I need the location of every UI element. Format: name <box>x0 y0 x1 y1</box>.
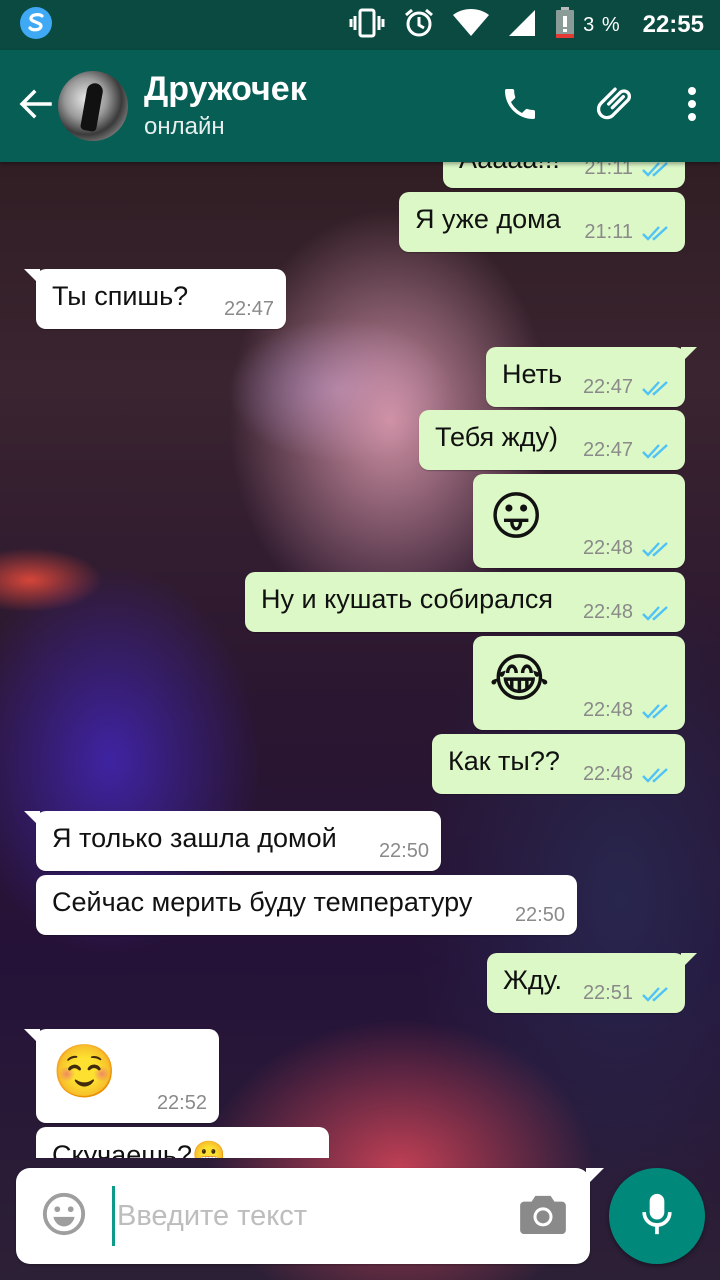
alarm-icon <box>403 7 435 44</box>
message-time: 22:47 <box>582 439 633 461</box>
status-bar: 3 % 22:55 <box>0 0 720 50</box>
message-text: Ааааа!!! <box>459 162 560 175</box>
app-notification-icon <box>18 5 54 46</box>
message-time: 22:47 <box>582 376 633 398</box>
message-bubble-outgoing[interactable]: Жду. 22:51 <box>487 953 697 1013</box>
message-bubble-outgoing[interactable]: Ну и кушать собирался 22:48 <box>245 572 685 632</box>
read-ticks-icon <box>641 224 671 242</box>
compose-bar <box>0 1158 720 1280</box>
message-emoji: 😂 <box>489 650 550 708</box>
back-arrow-icon <box>18 86 54 127</box>
attach-button[interactable] <box>568 50 664 162</box>
mic-icon <box>640 1192 674 1241</box>
message-input-container <box>16 1168 590 1264</box>
message-time: 22:48 <box>582 601 633 623</box>
message-time: 22:50 <box>514 904 565 926</box>
vibrate-icon <box>349 8 385 43</box>
contact-avatar[interactable] <box>58 71 128 141</box>
message-bubble-incoming[interactable]: ☺️ 22:52 <box>24 1029 219 1123</box>
phone-icon <box>500 84 540 129</box>
message-text: Жду. <box>503 965 562 995</box>
more-options-button[interactable] <box>664 50 720 162</box>
message-bubble-outgoing[interactable]: Тебя жду) 22:47 <box>419 410 685 470</box>
camera-icon <box>520 1194 566 1239</box>
battery-percent: 3 % <box>583 13 621 36</box>
chat-header: Дружочек онлайн <box>0 50 720 162</box>
read-ticks-icon <box>641 604 671 622</box>
message-bubble-incoming[interactable]: Сейчас мерить буду температуру 22:50 <box>36 875 577 935</box>
battery-icon <box>555 6 575 44</box>
contact-status: онлайн <box>144 113 225 140</box>
camera-button[interactable] <box>506 1168 580 1264</box>
more-vert-icon <box>686 86 698 127</box>
message-text: Я уже дома <box>415 204 561 234</box>
paperclip-icon <box>594 82 638 131</box>
voice-call-button[interactable] <box>472 50 568 162</box>
message-text: Ну и кушать собирался <box>261 584 553 614</box>
message-time: 22:52 <box>156 1092 207 1114</box>
message-time: 21:11 <box>584 162 633 179</box>
message-text: Ты спишь? <box>52 281 189 311</box>
message-time: 22:51 <box>582 982 633 1004</box>
read-ticks-icon <box>641 702 671 720</box>
read-ticks-icon <box>641 442 671 460</box>
message-bubble-outgoing[interactable]: Я уже дома 21:11 <box>399 192 685 252</box>
message-bubble-outgoing[interactable]: Как ты?? 22:48 <box>432 734 685 794</box>
message-time: 22:47 <box>223 298 274 320</box>
signal-icon <box>507 8 537 43</box>
contact-name: Дружочек <box>144 70 307 108</box>
contact-info[interactable]: Дружочек онлайн <box>144 70 472 142</box>
message-text: Тебя жду) <box>435 422 558 452</box>
emoji-icon <box>41 1191 87 1242</box>
emoji-button[interactable] <box>16 1168 112 1264</box>
message-text: Сейчас мерить буду температуру <box>52 887 473 917</box>
message-bubble-outgoing[interactable]: 😂 22:48 <box>473 636 685 730</box>
message-time: 22:48 <box>582 699 633 721</box>
message-text: Я только зашла домой <box>52 823 337 853</box>
message-text: Неть <box>502 359 563 389</box>
message-time: 22:48 <box>582 537 633 559</box>
message-list[interactable]: Ааааа!!! 21:11 Я уже дома 21:11 Ты спишь… <box>0 162 720 1158</box>
message-bubble-incoming[interactable]: Ты спишь? 22:47 <box>24 269 286 329</box>
message-bubble-incoming[interactable]: Я только зашла домой 22:50 <box>24 811 441 871</box>
message-bubble-outgoing[interactable]: Ааааа!!! 21:11 <box>443 162 685 188</box>
message-emoji: 😛 <box>489 488 544 546</box>
message-bubble-incoming[interactable]: Скучаешь?😬 <box>36 1127 329 1158</box>
message-bubble-outgoing[interactable]: 😛 22:48 <box>473 474 685 568</box>
message-text: Скучаешь?😬 <box>52 1140 226 1158</box>
message-text: Как ты?? <box>448 746 560 776</box>
message-time: 22:48 <box>582 763 633 785</box>
message-time: 22:50 <box>378 840 429 862</box>
message-emoji: ☺️ <box>52 1043 117 1101</box>
message-time: 21:11 <box>584 221 633 243</box>
read-ticks-icon <box>641 766 671 784</box>
wifi-icon <box>453 8 490 42</box>
back-button[interactable] <box>0 50 58 162</box>
voice-message-button[interactable] <box>609 1168 705 1264</box>
message-bubble-outgoing[interactable]: Неть 22:47 <box>486 347 697 407</box>
read-ticks-icon <box>641 162 671 178</box>
read-ticks-icon <box>641 379 671 397</box>
message-input[interactable] <box>112 1186 506 1246</box>
read-ticks-icon <box>641 540 671 558</box>
status-clock: 22:55 <box>642 11 704 38</box>
read-ticks-icon <box>641 985 671 1003</box>
